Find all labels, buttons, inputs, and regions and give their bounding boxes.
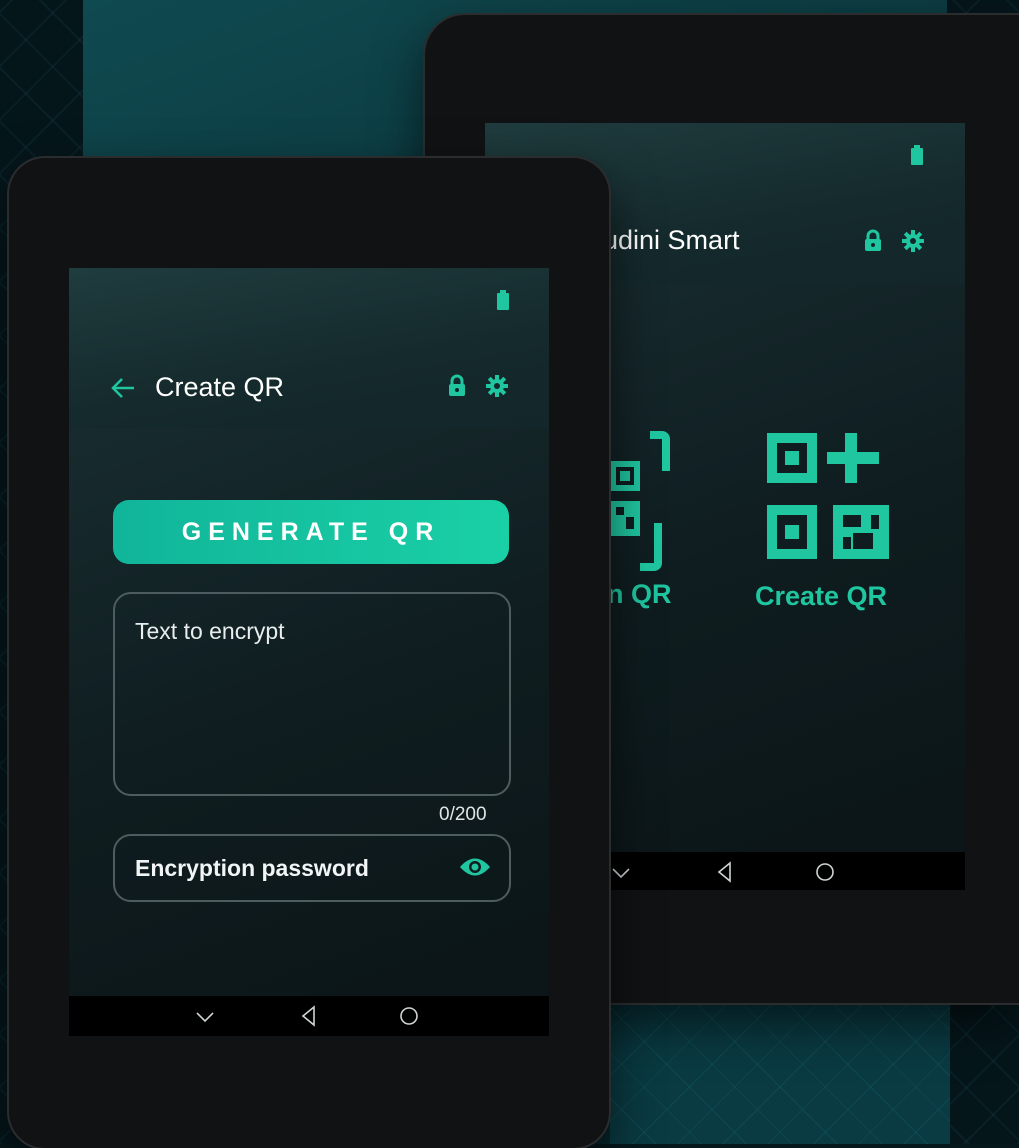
password-placeholder: Encryption password	[135, 855, 369, 881]
back-triangle-icon[interactable]	[713, 860, 737, 884]
gear-icon[interactable]	[485, 374, 509, 398]
chevron-down-icon[interactable]	[609, 860, 633, 884]
create-qr-icon	[767, 433, 889, 559]
app-bar	[69, 268, 549, 428]
tablet-front: Create QR GENERATE QR Text to encrypt 0/…	[9, 158, 609, 1148]
screen-title: Create QR	[155, 372, 285, 402]
create-qr-tile[interactable]: Create QR	[755, 423, 905, 623]
char-counter: 0/200	[439, 804, 487, 825]
battery-icon	[497, 290, 509, 310]
generate-qr-button[interactable]: GENERATE QR	[113, 500, 509, 564]
chevron-down-icon[interactable]	[193, 1004, 217, 1028]
back-triangle-icon[interactable]	[297, 1004, 321, 1028]
create-qr-screen: Create QR GENERATE QR Text to encrypt 0/…	[69, 268, 549, 1036]
nav-bar	[69, 996, 549, 1036]
create-qr-label: Create QR	[755, 581, 888, 611]
scan-qr-label: n QR	[607, 579, 672, 609]
app-title: udini Smart	[603, 225, 740, 255]
encryption-password-field[interactable]: Encryption password	[113, 834, 511, 902]
lock-icon[interactable]	[861, 229, 885, 253]
text-to-encrypt-field[interactable]: Text to encrypt	[113, 592, 511, 796]
text-field-placeholder: Text to encrypt	[135, 618, 285, 644]
gear-icon[interactable]	[901, 229, 925, 253]
background-panel-pattern	[610, 1000, 950, 1144]
battery-icon	[911, 145, 923, 165]
home-circle-icon[interactable]	[397, 1004, 421, 1028]
back-arrow-icon[interactable]	[109, 374, 137, 402]
home-circle-icon[interactable]	[813, 860, 837, 884]
lock-icon[interactable]	[445, 374, 469, 398]
eye-icon[interactable]	[459, 856, 491, 878]
